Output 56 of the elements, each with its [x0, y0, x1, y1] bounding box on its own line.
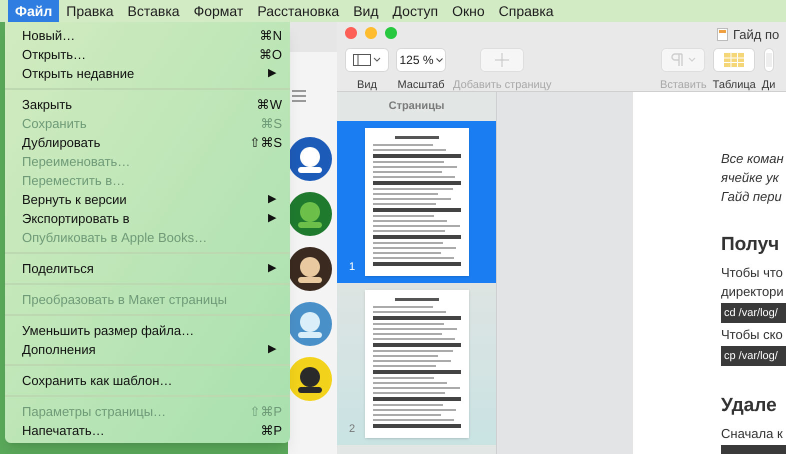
paragraph-text: ячейке ук — [721, 169, 780, 187]
menu-bar-item[interactable]: Справка — [492, 0, 561, 22]
menu-item[interactable]: Открыть недавние ▶ — [5, 64, 290, 83]
page-number: 2 — [349, 422, 356, 436]
section-heading: Получ — [721, 233, 780, 257]
zoom-button[interactable] — [385, 27, 397, 39]
toolbar-icon — [766, 53, 772, 67]
menu-item[interactable]: Открыть… ⌘O — [5, 45, 290, 64]
paragraph-icon — [669, 53, 698, 67]
menu-icon — [292, 90, 306, 102]
window-title: Гайд по — [733, 26, 780, 44]
menu-item[interactable]: Новый… ⌘N — [5, 26, 290, 45]
paragraph-text: директори — [721, 283, 785, 300]
document-icon — [717, 28, 728, 42]
paragraph-text: Гайд пери — [721, 188, 783, 206]
page-thumbnail-row[interactable]: 1 — [337, 121, 496, 283]
menu-item[interactable]: Дополнения ▶ — [5, 340, 290, 359]
menu-item[interactable]: Экспортировать в ▶ — [5, 209, 290, 228]
minimize-button[interactable] — [365, 27, 377, 39]
caret-icon — [436, 58, 443, 62]
paragraph-text: Все коман — [721, 150, 785, 168]
menu-item[interactable]: Сохранить как шаблон… — [5, 371, 290, 390]
menu-bar-item[interactable]: Файл — [8, 0, 60, 22]
toolbar-label: Вид — [357, 78, 377, 93]
menu-item[interactable]: Уменьшить размер файла… — [5, 321, 290, 340]
section-heading: Удале — [721, 394, 778, 418]
toolbar-label: Вставить — [660, 78, 707, 93]
menu-bar-item[interactable]: Окно — [445, 0, 492, 22]
menu-bar-item[interactable]: Расстановка — [250, 0, 346, 22]
toolbar-button[interactable] — [345, 48, 389, 72]
menu-bar-item[interactable]: Вставка — [120, 0, 187, 22]
sidebar-icon — [352, 53, 382, 67]
menu-bar-item[interactable]: Правка — [59, 0, 121, 22]
toolbar-label: Добавить страницу — [453, 78, 552, 93]
close-button[interactable] — [345, 27, 357, 39]
code-block: cd /var/log/ — [721, 303, 786, 323]
menu-bar-item[interactable]: Доступ — [386, 0, 446, 22]
paragraph-text: Чтобы ско — [721, 326, 784, 343]
menu-item[interactable]: Напечатать… ⌘P — [5, 421, 290, 440]
code-block: cp /var/log/ — [721, 346, 786, 366]
menu-bar-item[interactable]: Формат — [186, 0, 250, 22]
menu-bar-item[interactable]: Вид — [346, 0, 386, 22]
page-number: 1 — [349, 260, 356, 274]
toolbar-label: Масштаб — [397, 78, 445, 93]
menu-item[interactable]: Поделиться ▶ — [5, 259, 290, 278]
paragraph-text: Сначала к — [721, 425, 784, 442]
toolbar-label: Таблица — [712, 78, 756, 93]
table-icon — [724, 53, 744, 67]
toolbar-label: Ди — [762, 78, 776, 93]
sidebar-header: Страницы — [388, 99, 446, 114]
menu-item[interactable]: Вернуть к версии ▶ — [5, 190, 290, 209]
menu-item[interactable]: Дублировать ⇧⌘S — [5, 133, 290, 152]
paragraph-text: Чтобы что — [721, 264, 784, 281]
toolbar-button[interactable]: 125 % — [396, 48, 446, 72]
plus-icon — [495, 53, 510, 67]
menu-item[interactable]: Закрыть ⌘W — [5, 95, 290, 114]
